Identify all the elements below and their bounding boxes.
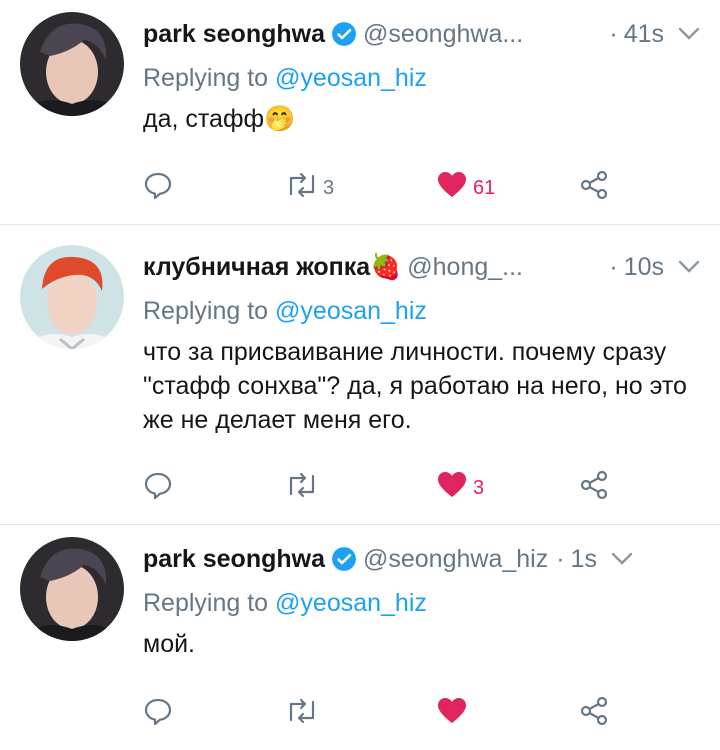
- like-button[interactable]: 61: [437, 168, 495, 208]
- handle[interactable]: @seonghwa_hiz: [363, 545, 548, 574]
- heart-icon: [437, 471, 467, 505]
- timestamp[interactable]: 1s: [571, 545, 597, 574]
- reply-button[interactable]: [143, 694, 173, 734]
- share-button[interactable]: [579, 168, 609, 208]
- like-count: 3: [473, 476, 485, 499]
- action-bar: 3: [143, 468, 700, 508]
- replying-to: Replying to @yeosan_hiz: [143, 60, 700, 96]
- mention-link[interactable]: @yeosan_hiz: [275, 297, 427, 325]
- tweet[interactable]: park seonghwa @seonghwa... · 41s Replyin…: [0, 0, 720, 225]
- replying-prefix: Replying to: [143, 64, 276, 92]
- tweet[interactable]: клубничная жопка🍓 @hong_... · 10s Replyi…: [0, 225, 720, 525]
- display-name[interactable]: park seonghwa: [143, 545, 325, 574]
- timestamp[interactable]: 41s: [624, 20, 664, 49]
- reply-icon: [143, 470, 173, 506]
- chevron-down-icon[interactable]: [611, 552, 633, 566]
- like-count: 61: [473, 176, 496, 199]
- replying-to: Replying to @yeosan_hiz: [143, 293, 700, 329]
- avatar[interactable]: [20, 245, 124, 349]
- timestamp[interactable]: 10s: [624, 253, 664, 282]
- share-icon: [579, 170, 609, 206]
- tweet[interactable]: park seonghwa @seonghwa_hiz · 1s Replyin…: [0, 525, 720, 750]
- separator-dot: ·: [609, 252, 618, 281]
- reply-icon: [143, 170, 173, 206]
- separator-dot: ·: [609, 19, 618, 48]
- share-icon: [579, 696, 609, 732]
- share-button[interactable]: [579, 694, 609, 734]
- replying-prefix: Replying to: [143, 589, 276, 617]
- retweet-icon: [285, 170, 319, 206]
- action-bar: 3 61: [143, 168, 700, 208]
- like-button[interactable]: [437, 694, 473, 734]
- handle[interactable]: @hong_...: [407, 253, 523, 282]
- reply-icon: [143, 696, 173, 732]
- like-button[interactable]: 3: [437, 468, 484, 508]
- display-name[interactable]: клубничная жопка🍓: [143, 253, 401, 282]
- reply-button[interactable]: [143, 468, 173, 508]
- share-button[interactable]: [579, 468, 609, 508]
- mention-link[interactable]: @yeosan_hiz: [275, 64, 427, 92]
- avatar[interactable]: [20, 537, 124, 641]
- retweet-button[interactable]: [285, 694, 323, 734]
- heart-icon: [437, 171, 467, 205]
- tweet-feed: park seonghwa @seonghwa... · 41s Replyin…: [0, 0, 720, 750]
- tweet-text: да, стафф🤭: [143, 105, 296, 133]
- retweet-icon: [285, 696, 319, 732]
- reply-button[interactable]: [143, 168, 173, 208]
- retweet-count: 3: [323, 176, 335, 199]
- avatar[interactable]: [20, 12, 124, 116]
- display-name[interactable]: park seonghwa: [143, 20, 325, 49]
- chevron-down-icon[interactable]: [678, 27, 700, 41]
- share-icon: [579, 470, 609, 506]
- replying-to: Replying to @yeosan_hiz: [143, 585, 700, 621]
- retweet-button[interactable]: [285, 468, 323, 508]
- tweet-text: что за присваивание личности. почему сра…: [143, 338, 687, 434]
- chevron-down-icon[interactable]: [678, 260, 700, 274]
- retweet-icon: [285, 470, 319, 506]
- handle[interactable]: @seonghwa...: [363, 20, 523, 49]
- heart-icon: [437, 697, 467, 731]
- action-bar: [143, 694, 700, 734]
- verified-badge-icon: [331, 546, 357, 572]
- mention-link[interactable]: @yeosan_hiz: [275, 589, 427, 617]
- verified-badge-icon: [331, 21, 357, 47]
- tweet-text: мой.: [143, 630, 196, 658]
- replying-prefix: Replying to: [143, 297, 276, 325]
- retweet-button[interactable]: 3: [285, 168, 334, 208]
- separator-dot: ·: [556, 544, 565, 573]
